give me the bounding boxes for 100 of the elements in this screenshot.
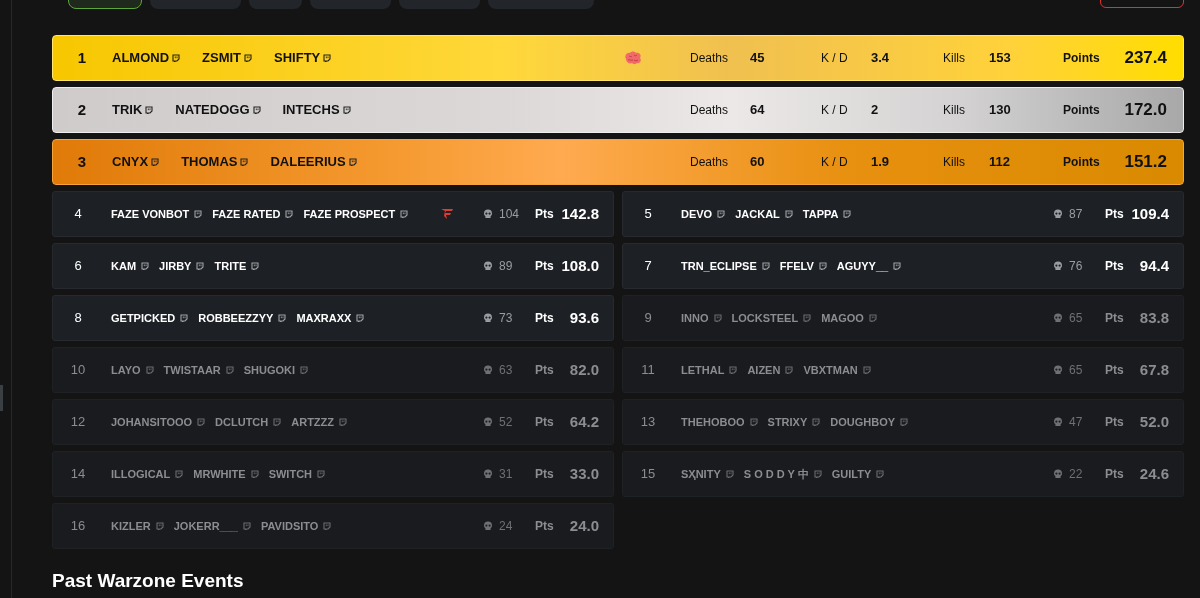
points-value: 33.0 <box>568 463 599 484</box>
rank-number: 2 <box>76 99 88 120</box>
chat-icon[interactable] <box>172 54 181 62</box>
points-label: Pts <box>535 206 555 223</box>
death-count: 73 <box>499 310 514 327</box>
player-name: MAGOO <box>821 310 864 326</box>
skull-icon <box>1053 417 1063 427</box>
player-name: KIZLER <box>111 518 151 534</box>
player-name: ILLOGICAL <box>111 466 171 482</box>
points-value: 64.2 <box>568 411 599 432</box>
death-count: 24 <box>499 518 514 535</box>
death-count: 87 <box>1069 206 1084 223</box>
stat-label: K / D <box>821 102 849 119</box>
chat-icon[interactable] <box>400 210 409 218</box>
chat-icon[interactable] <box>244 54 253 62</box>
player-name: DOUGHBOY <box>830 414 896 430</box>
player-name: SҲNITY <box>681 466 721 482</box>
points-value: 172.0 <box>1123 99 1168 122</box>
player-name: JOHANSITOOO <box>111 414 193 430</box>
points-value: 108.0 <box>560 255 599 276</box>
player-name: GETPICKED <box>111 310 176 326</box>
player-name: INTECHS <box>282 101 340 120</box>
chat-icon[interactable] <box>818 262 827 270</box>
skull-icon <box>483 365 493 375</box>
rank-number: 15 <box>639 465 657 484</box>
team-row[interactable]: 8 GETPICKED ROBBEEZZYY MAXRAXX 73 Pts 93.6 <box>52 295 614 341</box>
player-name: AGUYY__ <box>836 258 889 274</box>
death-count: 65 <box>1069 310 1084 327</box>
chat-icon[interactable] <box>278 314 287 322</box>
player-name: ZSMIT <box>202 49 242 68</box>
chat-icon[interactable] <box>843 210 852 218</box>
chat-icon[interactable] <box>784 210 793 218</box>
rank-number: 10 <box>69 361 87 380</box>
rank-number: 5 <box>643 205 653 224</box>
chat-icon[interactable] <box>893 262 902 270</box>
points-label: Pts <box>535 414 555 431</box>
stat-value: 60 <box>750 153 766 172</box>
team-row[interactable]: 5 DEVO JACKAL TAPPA 87 Pts 109.4 <box>622 191 1184 237</box>
chat-icon[interactable] <box>285 210 294 218</box>
points-label: Pts <box>1105 414 1125 431</box>
chat-icon[interactable] <box>240 158 249 166</box>
rank-number: 9 <box>643 309 653 328</box>
player-name: THEHOBOO <box>681 414 745 430</box>
chat-icon[interactable] <box>180 314 189 322</box>
player-name: SWITCH <box>268 466 313 482</box>
podium-card[interactable]: 2 TRIK NATEDOGG INTECHS Deaths 64 K / D 2 Kills 130 Points 172.0 <box>52 87 1184 133</box>
chat-icon[interactable] <box>252 106 261 114</box>
stat-value: 130 <box>989 101 1012 120</box>
stat-label: Kills <box>943 102 966 119</box>
player-name: DCLUTCH <box>215 414 269 430</box>
chat-icon[interactable] <box>348 158 357 166</box>
player-name: JIRBY <box>159 258 192 274</box>
chat-icon[interactable] <box>342 106 351 114</box>
podium-card[interactable]: 1 ALMOND ZSMIT SHIFTY Deaths 45 K / D 3.4 Kills 153 Points 237.4 <box>52 35 1184 81</box>
points-value: 94.4 <box>1138 255 1169 276</box>
team-row[interactable]: 4 FAZE VONBOT FAZE RATED FAZE PROSPECT 104 Pts 142.8 <box>52 191 614 237</box>
stat-label: K / D <box>821 50 849 67</box>
points-label: Pts <box>535 258 555 275</box>
chat-icon[interactable] <box>141 262 150 270</box>
chat-icon[interactable] <box>196 262 205 270</box>
points-label: Pts <box>535 518 555 535</box>
points-value: 67.8 <box>1138 359 1169 380</box>
rank-number: 1 <box>76 47 88 68</box>
chat-icon[interactable] <box>761 262 770 270</box>
player-name: TAPPA <box>802 206 839 222</box>
player-name: LOCKSTEEL <box>731 310 799 326</box>
rank-number: 6 <box>73 257 83 276</box>
death-count: 63 <box>499 362 514 379</box>
chat-icon[interactable] <box>151 158 160 166</box>
player-name: TRIK <box>112 101 143 120</box>
rank-number: 13 <box>639 413 657 432</box>
player-name: FAZE RATED <box>212 206 281 222</box>
chat-icon[interactable] <box>717 210 726 218</box>
skull-icon <box>1053 365 1063 375</box>
points-label: Pts <box>535 310 555 327</box>
player-name: KAM <box>111 258 137 274</box>
chat-icon[interactable] <box>356 314 365 322</box>
team-row[interactable]: 6 KAM JIRBY TRITE 89 Pts 108.0 <box>52 243 614 289</box>
podium-card[interactable]: 3 CNYX THOMAS DALEERIUS Deaths 60 K / D 1.9 Kills 112 Points 151.2 <box>52 139 1184 185</box>
rank-number: 16 <box>69 517 87 536</box>
points-value: 83.8 <box>1138 307 1169 328</box>
chat-icon[interactable] <box>251 262 260 270</box>
stat-label: Deaths <box>690 50 730 67</box>
death-count: 104 <box>499 206 521 223</box>
player-name: DEVO <box>681 206 713 222</box>
player-name: SHIFTY <box>274 49 321 68</box>
stat-value: 2 <box>871 101 880 120</box>
death-count: 22 <box>1069 466 1084 483</box>
points-value: 24.0 <box>568 515 599 536</box>
rank-number: 4 <box>73 205 83 224</box>
points-value: 52.0 <box>1138 411 1169 432</box>
death-count: 89 <box>499 258 514 275</box>
team-row[interactable]: 7 TRN_ECLIPSE FFELV AGUYY__ 76 Pts 94.4 <box>622 243 1184 289</box>
player-name: THOMAS <box>181 153 238 172</box>
chat-icon[interactable] <box>194 210 203 218</box>
chat-icon[interactable] <box>323 54 332 62</box>
death-count: 47 <box>1069 414 1084 431</box>
chat-icon[interactable] <box>145 106 154 114</box>
points-value: 24.6 <box>1138 463 1169 484</box>
player-name: INNO <box>681 310 709 326</box>
